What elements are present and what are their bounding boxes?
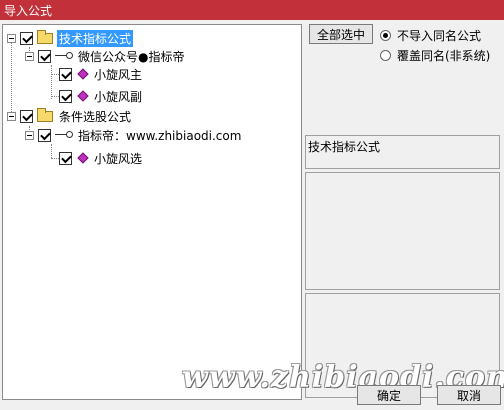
tree-node-label[interactable]: 指标帝：www.zhibiaodi.com — [76, 127, 243, 144]
radio-selected-icon[interactable] — [380, 30, 391, 41]
folder-icon — [37, 107, 53, 122]
key-icon — [55, 130, 73, 140]
radio-unselected-icon[interactable] — [380, 50, 391, 61]
radio-label: 覆盖同名(非系统) — [397, 49, 491, 63]
checkbox-checked[interactable] — [38, 49, 51, 63]
collapse-icon[interactable] — [25, 130, 34, 140]
tree-node-label[interactable]: 小旋风主 — [92, 66, 144, 83]
collapse-icon[interactable] — [7, 111, 16, 121]
folder-icon — [37, 29, 53, 44]
tree-node-source-site[interactable]: 指标帝：www.zhibiaodi.com — [25, 126, 243, 144]
checkbox-checked[interactable] — [20, 109, 33, 123]
checkbox-checked[interactable] — [59, 151, 72, 165]
tree-leaf-formula[interactable]: 小旋风选 — [51, 149, 144, 167]
select-all-button[interactable]: 全部选中 — [309, 24, 373, 44]
radio-skip-duplicates[interactable]: 不导入同名公式 — [380, 27, 481, 44]
checkbox-checked[interactable] — [59, 67, 72, 81]
collapse-icon[interactable] — [25, 51, 34, 61]
tree-node-group-screening[interactable]: 条件选股公式 — [7, 107, 133, 125]
tree-leaf-formula[interactable]: 小旋风主 — [51, 65, 144, 83]
collapse-icon[interactable] — [7, 33, 16, 43]
checkbox-checked[interactable] — [38, 128, 51, 142]
formula-detail-area — [305, 172, 500, 290]
tree-connector — [51, 73, 59, 75]
tree-node-source-wechat[interactable]: 微信公众号●指标帝 — [25, 47, 186, 65]
ok-button[interactable]: 确定 — [357, 385, 421, 405]
detail-title: 技术指标公式 — [308, 140, 381, 154]
tree-node-group-technical[interactable]: 技术指标公式 — [7, 29, 134, 47]
tree-connector — [51, 157, 59, 159]
tree-node-label[interactable]: 微信公众号●指标帝 — [76, 48, 186, 65]
tree-connector — [51, 95, 59, 97]
tree-node-label[interactable]: 条件选股公式 — [57, 108, 133, 125]
key-icon — [55, 51, 73, 61]
title-bar: 导入公式 — [0, 0, 504, 20]
tree-node-label[interactable]: 技术指标公式 — [57, 29, 134, 47]
formula-icon — [77, 68, 89, 80]
formula-detail-header: 技术指标公式 — [305, 135, 500, 169]
radio-label: 不导入同名公式 — [397, 29, 482, 43]
tree-leaf-formula[interactable]: 小旋风副 — [51, 87, 144, 105]
checkbox-checked[interactable] — [59, 89, 72, 103]
tree-node-label[interactable]: 小旋风副 — [92, 88, 144, 105]
tree-connector — [11, 38, 12, 116]
cancel-button[interactable]: 取消 — [437, 385, 501, 405]
formula-icon — [77, 152, 89, 164]
formula-tree[interactable]: 技术指标公式 微信公众号●指标帝 小旋风主 小旋风副 条件选股公式 指标帝：ww… — [2, 24, 302, 400]
checkbox-checked[interactable] — [20, 31, 33, 45]
tree-node-label[interactable]: 小旋风选 — [92, 150, 144, 167]
dialog-body: 技术指标公式 微信公众号●指标帝 小旋风主 小旋风副 条件选股公式 指标帝：ww… — [0, 20, 504, 410]
radio-overwrite[interactable]: 覆盖同名(非系统) — [380, 47, 490, 64]
formula-icon — [77, 90, 89, 102]
window-title: 导入公式 — [4, 4, 53, 18]
